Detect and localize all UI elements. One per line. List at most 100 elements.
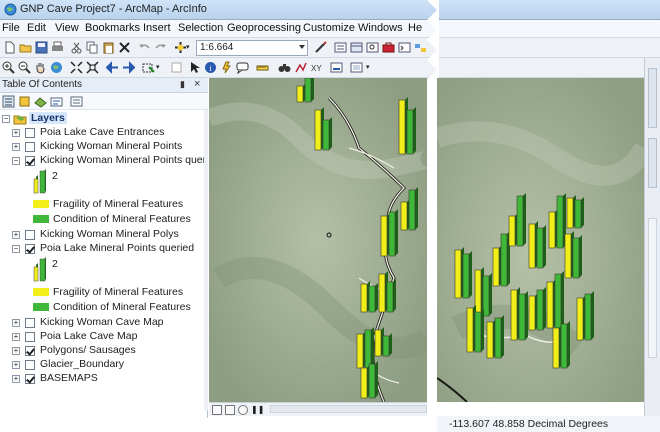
pause-drawing-icon[interactable]: ❚❚ <box>251 405 264 415</box>
redo-icon[interactable] <box>154 41 167 54</box>
time-slider-icon[interactable] <box>330 61 343 74</box>
list-by-source-icon[interactable] <box>18 95 31 108</box>
search-window-icon[interactable] <box>366 41 379 54</box>
menu-customize[interactable]: Customize <box>303 22 355 34</box>
expand-icon[interactable]: + <box>12 333 20 341</box>
expand-icon[interactable]: + <box>12 143 20 151</box>
list-by-selection-icon[interactable] <box>50 95 63 108</box>
chevron-down-icon[interactable]: ▾ <box>156 63 164 76</box>
hyperlink-icon[interactable] <box>220 61 233 74</box>
layer-row-kicking-woman-mineral-polys[interactable]: + Kicking Woman Mineral Polys <box>12 228 202 242</box>
find-binoculars-icon[interactable] <box>278 61 291 74</box>
layer-row-kicking-woman-mineral-points[interactable]: + Kicking Woman Mineral Points <box>12 140 202 154</box>
menu-file[interactable]: File <box>2 22 20 34</box>
chevron-down-icon[interactable]: ▾ <box>186 43 194 56</box>
layer-row-basemaps[interactable]: + BASEMAPS <box>12 372 202 386</box>
docked-window-tab[interactable] <box>648 138 657 188</box>
menu-windows[interactable]: Windows <box>358 22 403 34</box>
copy-icon[interactable] <box>86 41 99 54</box>
layer-visibility-checkbox[interactable] <box>25 230 35 240</box>
layer-visibility-checkbox[interactable] <box>25 156 35 166</box>
layer-visibility-checkbox[interactable] <box>25 346 35 356</box>
expand-icon[interactable]: + <box>12 347 20 355</box>
layer-row-poia-cave-entrances[interactable]: + Poia Lake Cave Entrances <box>12 126 202 140</box>
save-icon[interactable] <box>35 41 48 54</box>
layer-visibility-checkbox[interactable] <box>25 332 35 342</box>
layers-root-row[interactable]: − Layers <box>2 112 202 126</box>
layer-visibility-checkbox[interactable] <box>25 360 35 370</box>
expand-icon[interactable]: + <box>12 231 20 239</box>
layer-row-kicking-woman-mineral-points-queried[interactable]: − Kicking Woman Mineral Points queried <box>12 154 220 168</box>
toc-scrollbar[interactable] <box>204 110 208 410</box>
layer-row-poia-lake-mineral-points-queried[interactable]: − Poia Lake Mineral Points queried <box>12 242 202 256</box>
layer-row-glacier-boundary[interactable]: + Glacier_Boundary <box>12 358 202 372</box>
select-features-icon[interactable] <box>142 61 155 74</box>
paste-icon[interactable] <box>102 41 115 54</box>
expand-icon[interactable]: + <box>12 319 20 327</box>
layer-visibility-checkbox[interactable] <box>25 142 35 152</box>
menu-insert[interactable]: Insert <box>143 22 171 34</box>
menu-selection[interactable]: Selection <box>178 22 223 34</box>
expand-icon[interactable]: + <box>12 361 20 369</box>
collapse-icon[interactable]: − <box>12 245 20 253</box>
layer-visibility-checkbox[interactable] <box>25 318 35 328</box>
select-elements-arrow-icon[interactable] <box>188 61 201 74</box>
layout-view-icon[interactable] <box>225 405 235 415</box>
table-of-contents-icon[interactable] <box>334 41 347 54</box>
full-extent-globe-icon[interactable] <box>50 61 63 74</box>
layer-visibility-checkbox[interactable] <box>25 128 35 138</box>
expand-icon[interactable]: + <box>12 129 20 137</box>
docked-window-tab[interactable] <box>648 68 657 128</box>
back-arrow-icon[interactable] <box>106 61 119 74</box>
go-to-xy-icon[interactable]: XY <box>310 61 323 74</box>
collapse-icon[interactable]: − <box>2 115 10 123</box>
fixed-zoom-out-icon[interactable] <box>86 61 99 74</box>
map-canvas-right[interactable] <box>437 78 644 402</box>
identify-icon[interactable]: i <box>204 61 217 74</box>
zoom-out-icon[interactable] <box>18 61 31 74</box>
print-icon[interactable] <box>51 41 64 54</box>
layer-visibility-checkbox[interactable] <box>25 374 35 384</box>
options-icon[interactable] <box>70 95 83 108</box>
refresh-icon[interactable] <box>238 405 248 415</box>
list-by-visibility-icon[interactable] <box>34 95 47 108</box>
clear-selection-icon[interactable] <box>170 61 183 74</box>
vertical-scrollbar[interactable] <box>648 218 657 358</box>
python-window-icon[interactable] <box>398 41 411 54</box>
menu-bookmarks[interactable]: Bookmarks <box>85 22 140 34</box>
layer-row-polygons-sausages[interactable]: + Polygons/ Sausages <box>12 344 202 358</box>
zoom-in-icon[interactable] <box>2 61 15 74</box>
map-view-imagery[interactable] <box>209 78 427 402</box>
menu-view[interactable]: View <box>55 22 79 34</box>
close-icon[interactable]: × <box>194 78 200 90</box>
cut-icon[interactable] <box>70 41 83 54</box>
menu-geoprocessing[interactable]: Geoprocessing <box>227 22 301 34</box>
expand-icon[interactable]: + <box>12 375 20 383</box>
layer-row-kicking-woman-cave-map[interactable]: + Kicking Woman Cave Map <box>12 316 202 330</box>
data-view-icon[interactable] <box>212 405 222 415</box>
forward-arrow-icon[interactable] <box>122 61 135 74</box>
list-by-drawing-order-icon[interactable] <box>2 95 15 108</box>
pin-icon[interactable]: ▮ <box>180 79 185 90</box>
html-popup-icon[interactable] <box>236 61 249 74</box>
create-viewer-window-icon[interactable] <box>350 61 363 74</box>
measure-ruler-icon[interactable] <box>256 61 269 74</box>
fixed-zoom-in-icon[interactable] <box>70 61 83 74</box>
horizontal-scrollbar[interactable] <box>270 405 427 413</box>
pan-hand-icon[interactable] <box>34 61 47 74</box>
find-route-icon[interactable] <box>294 61 307 74</box>
open-folder-icon[interactable] <box>19 41 32 54</box>
undo-icon[interactable] <box>138 41 151 54</box>
layer-visibility-checkbox[interactable] <box>25 244 35 254</box>
delete-icon[interactable] <box>118 41 131 54</box>
arctoolbox-icon[interactable] <box>382 41 395 54</box>
map-view-imagery-right[interactable] <box>437 78 644 402</box>
menu-help[interactable]: Help <box>408 22 422 34</box>
catalog-icon[interactable] <box>350 41 363 54</box>
layer-row-poia-lake-cave-map[interactable]: + Poia Lake Cave Map <box>12 330 202 344</box>
chevron-down-icon[interactable]: ▾ <box>366 63 374 76</box>
map-scale-dropdown[interactable]: 1:6.664 <box>196 40 308 56</box>
new-document-icon[interactable] <box>3 41 16 54</box>
menu-edit[interactable]: Edit <box>27 22 46 34</box>
collapse-icon[interactable]: − <box>12 157 20 165</box>
